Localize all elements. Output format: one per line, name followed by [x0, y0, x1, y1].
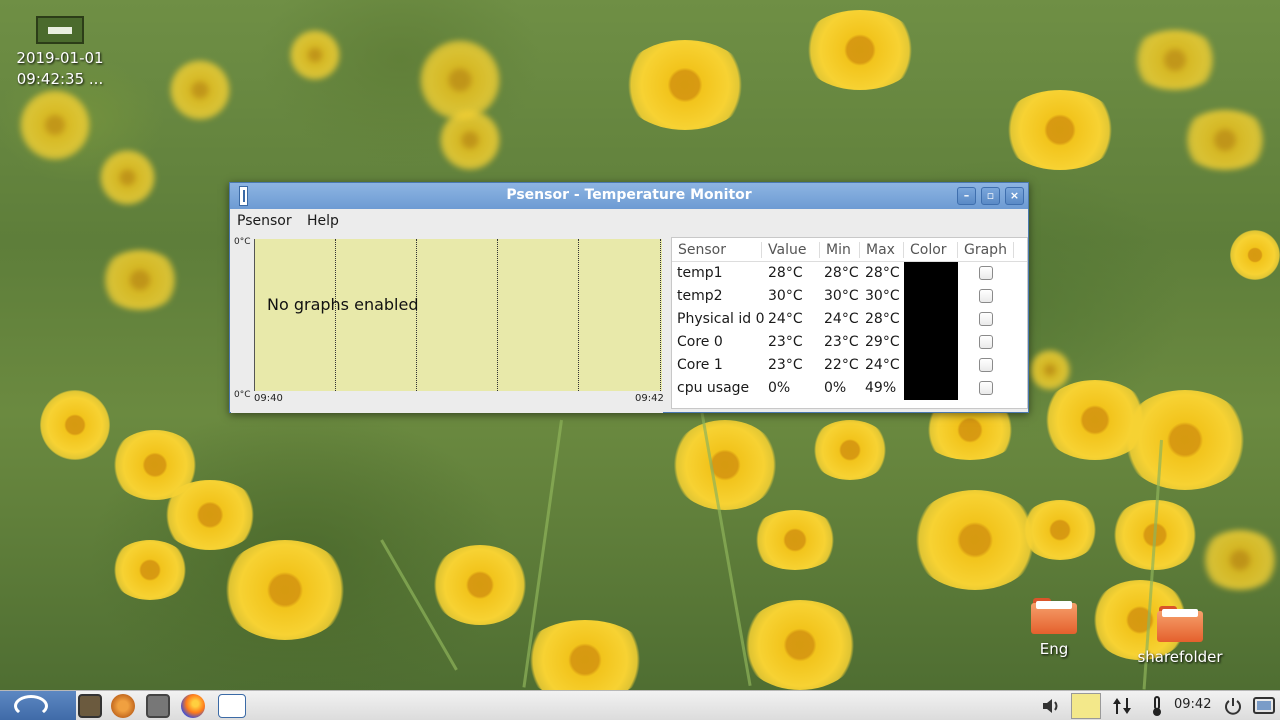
- column-header-min[interactable]: Min: [820, 242, 860, 258]
- settings-icon[interactable]: [111, 694, 135, 718]
- close-button[interactable]: ×: [1005, 187, 1024, 205]
- desktop-clock-date: 2019-01-01: [16, 49, 104, 67]
- table-row[interactable]: Physical id 0 24°C 24°C 28°C: [672, 308, 1027, 331]
- table-row[interactable]: temp2 30°C 30°C 30°C: [672, 285, 1027, 308]
- column-header-value[interactable]: Value: [762, 242, 820, 258]
- power-icon[interactable]: [1222, 695, 1244, 717]
- graph-checkbox[interactable]: [979, 266, 993, 280]
- sensor-table: Sensor Value Min Max Color Graph temp1 2…: [671, 237, 1028, 409]
- file-manager-icon[interactable]: [78, 694, 102, 718]
- sensor-max: 28°C: [865, 265, 900, 281]
- desktop-folder-label: sharefolder: [1137, 648, 1223, 666]
- graph-checkbox[interactable]: [979, 312, 993, 326]
- graph-gridline: [578, 239, 579, 391]
- sensor-max: 24°C: [865, 357, 900, 373]
- sensor-min: 23°C: [824, 334, 859, 350]
- graph-x-end-label: 09:42: [635, 393, 664, 404]
- table-row[interactable]: temp1 28°C 28°C 28°C: [672, 262, 1027, 285]
- sensor-value: 0%: [768, 380, 791, 396]
- psensor-icon[interactable]: [218, 694, 246, 718]
- window-title: Psensor - Temperature Monitor: [506, 187, 752, 203]
- graph-checkbox[interactable]: [979, 381, 993, 395]
- sensor-min: 22°C: [824, 357, 859, 373]
- desktop-clock-time: 09:42:35 ...: [16, 70, 104, 88]
- menu-psensor[interactable]: Psensor: [237, 213, 292, 229]
- sensor-value: 23°C: [768, 334, 803, 350]
- graph-plot: No graphs enabled: [254, 239, 662, 391]
- sensor-min: 24°C: [824, 311, 859, 327]
- desktop-icon[interactable]: [1252, 695, 1276, 717]
- folder-icon: [1157, 606, 1203, 642]
- sensor-name: temp2: [677, 288, 723, 304]
- table-row[interactable]: cpu usage 0% 0% 49%: [672, 377, 1027, 400]
- graph-gridline: [660, 239, 661, 391]
- notes-icon[interactable]: [1071, 693, 1101, 719]
- taskbar-clock[interactable]: 09:42: [1174, 697, 1211, 712]
- column-header-color[interactable]: Color: [904, 242, 958, 258]
- graph-checkbox[interactable]: [979, 335, 993, 349]
- sensor-max: 49%: [865, 380, 897, 396]
- sensor-name: Core 1: [677, 357, 723, 373]
- menubar: Psensor Help: [230, 209, 1028, 235]
- sensor-value: 30°C: [768, 288, 803, 304]
- graph-checkbox[interactable]: [979, 358, 993, 372]
- graph-checkbox[interactable]: [979, 289, 993, 303]
- graph-empty-message: No graphs enabled: [267, 295, 419, 314]
- menu-logo-icon: [14, 695, 48, 717]
- graph-gridline: [335, 239, 336, 391]
- sensor-min: 0%: [824, 380, 847, 396]
- sensor-min: 28°C: [824, 265, 859, 281]
- folder-icon: [1031, 598, 1077, 634]
- column-header-max[interactable]: Max: [860, 242, 904, 258]
- network-icon[interactable]: [1111, 695, 1133, 717]
- graph-gridline: [416, 239, 417, 391]
- desktop-folder-sharefolder[interactable]: sharefolder: [1130, 606, 1230, 666]
- menu-help[interactable]: Help: [307, 213, 339, 229]
- graph-gridline: [497, 239, 498, 391]
- taskbar: 09:42: [0, 690, 1280, 720]
- screenshot-icon[interactable]: [146, 694, 170, 718]
- firefox-icon[interactable]: [181, 694, 205, 718]
- desktop-folder-label: Eng: [1039, 640, 1069, 658]
- sensor-value: 24°C: [768, 311, 803, 327]
- volume-icon[interactable]: [1040, 695, 1062, 717]
- clock-widget-icon: [36, 16, 84, 44]
- psensor-window: Psensor - Temperature Monitor – ▫ × Psen…: [229, 182, 1029, 413]
- column-header-graph[interactable]: Graph: [958, 242, 1014, 258]
- sensor-name: Core 0: [677, 334, 723, 350]
- sensor-value: 28°C: [768, 265, 803, 281]
- table-row[interactable]: Core 1 23°C 22°C 24°C: [672, 354, 1027, 377]
- desktop-folder-eng[interactable]: Eng: [1004, 598, 1104, 658]
- table-header: Sensor Value Min Max Color Graph: [672, 238, 1027, 262]
- sensor-name: cpu usage: [677, 380, 750, 396]
- sensor-name: Physical id 0: [677, 311, 765, 327]
- sensor-name: temp1: [677, 265, 723, 281]
- sensor-max: 30°C: [865, 288, 900, 304]
- thermometer-icon[interactable]: [1146, 695, 1168, 717]
- sensor-min: 30°C: [824, 288, 859, 304]
- table-row[interactable]: Core 0 23°C 23°C 29°C: [672, 331, 1027, 354]
- start-menu-button[interactable]: [0, 691, 76, 720]
- window-titlebar[interactable]: Psensor - Temperature Monitor – ▫ ×: [230, 183, 1028, 209]
- graph-panel: 0°C 0°C No graphs enabled 09:40 09:42: [231, 237, 664, 413]
- graph-x-start-label: 09:40: [254, 393, 283, 404]
- desktop-clock-widget[interactable]: 2019-01-01 09:42:35 ...: [8, 16, 112, 90]
- graph-y-top-label: 0°C: [234, 237, 251, 247]
- minimize-button[interactable]: –: [957, 187, 976, 205]
- graph-y-bottom-label: 0°C: [234, 390, 251, 400]
- sensor-max: 28°C: [865, 311, 900, 327]
- maximize-button[interactable]: ▫: [981, 187, 1000, 205]
- sensor-max: 29°C: [865, 334, 900, 350]
- column-header-sensor[interactable]: Sensor: [672, 242, 762, 258]
- sensor-value: 23°C: [768, 357, 803, 373]
